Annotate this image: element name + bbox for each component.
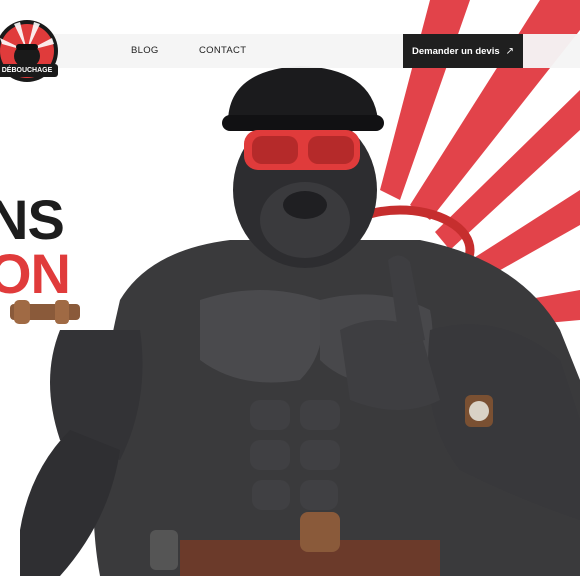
gorilla-plumber-illustration	[10, 66, 580, 576]
arrow-up-right-icon: ↗	[505, 45, 515, 57]
nav-link-contact[interactable]: CONTACT	[199, 34, 246, 68]
request-quote-label: Demander un devis	[411, 45, 500, 57]
hero-section: NS ON BLOG CONTACT Demander un devis ↗ D…	[0, 0, 580, 576]
brand-logo-text: DÉBOUCHAGE	[0, 64, 58, 77]
request-quote-button[interactable]: Demander un devis ↗	[403, 34, 523, 68]
nav-link-blog[interactable]: BLOG	[131, 34, 159, 68]
